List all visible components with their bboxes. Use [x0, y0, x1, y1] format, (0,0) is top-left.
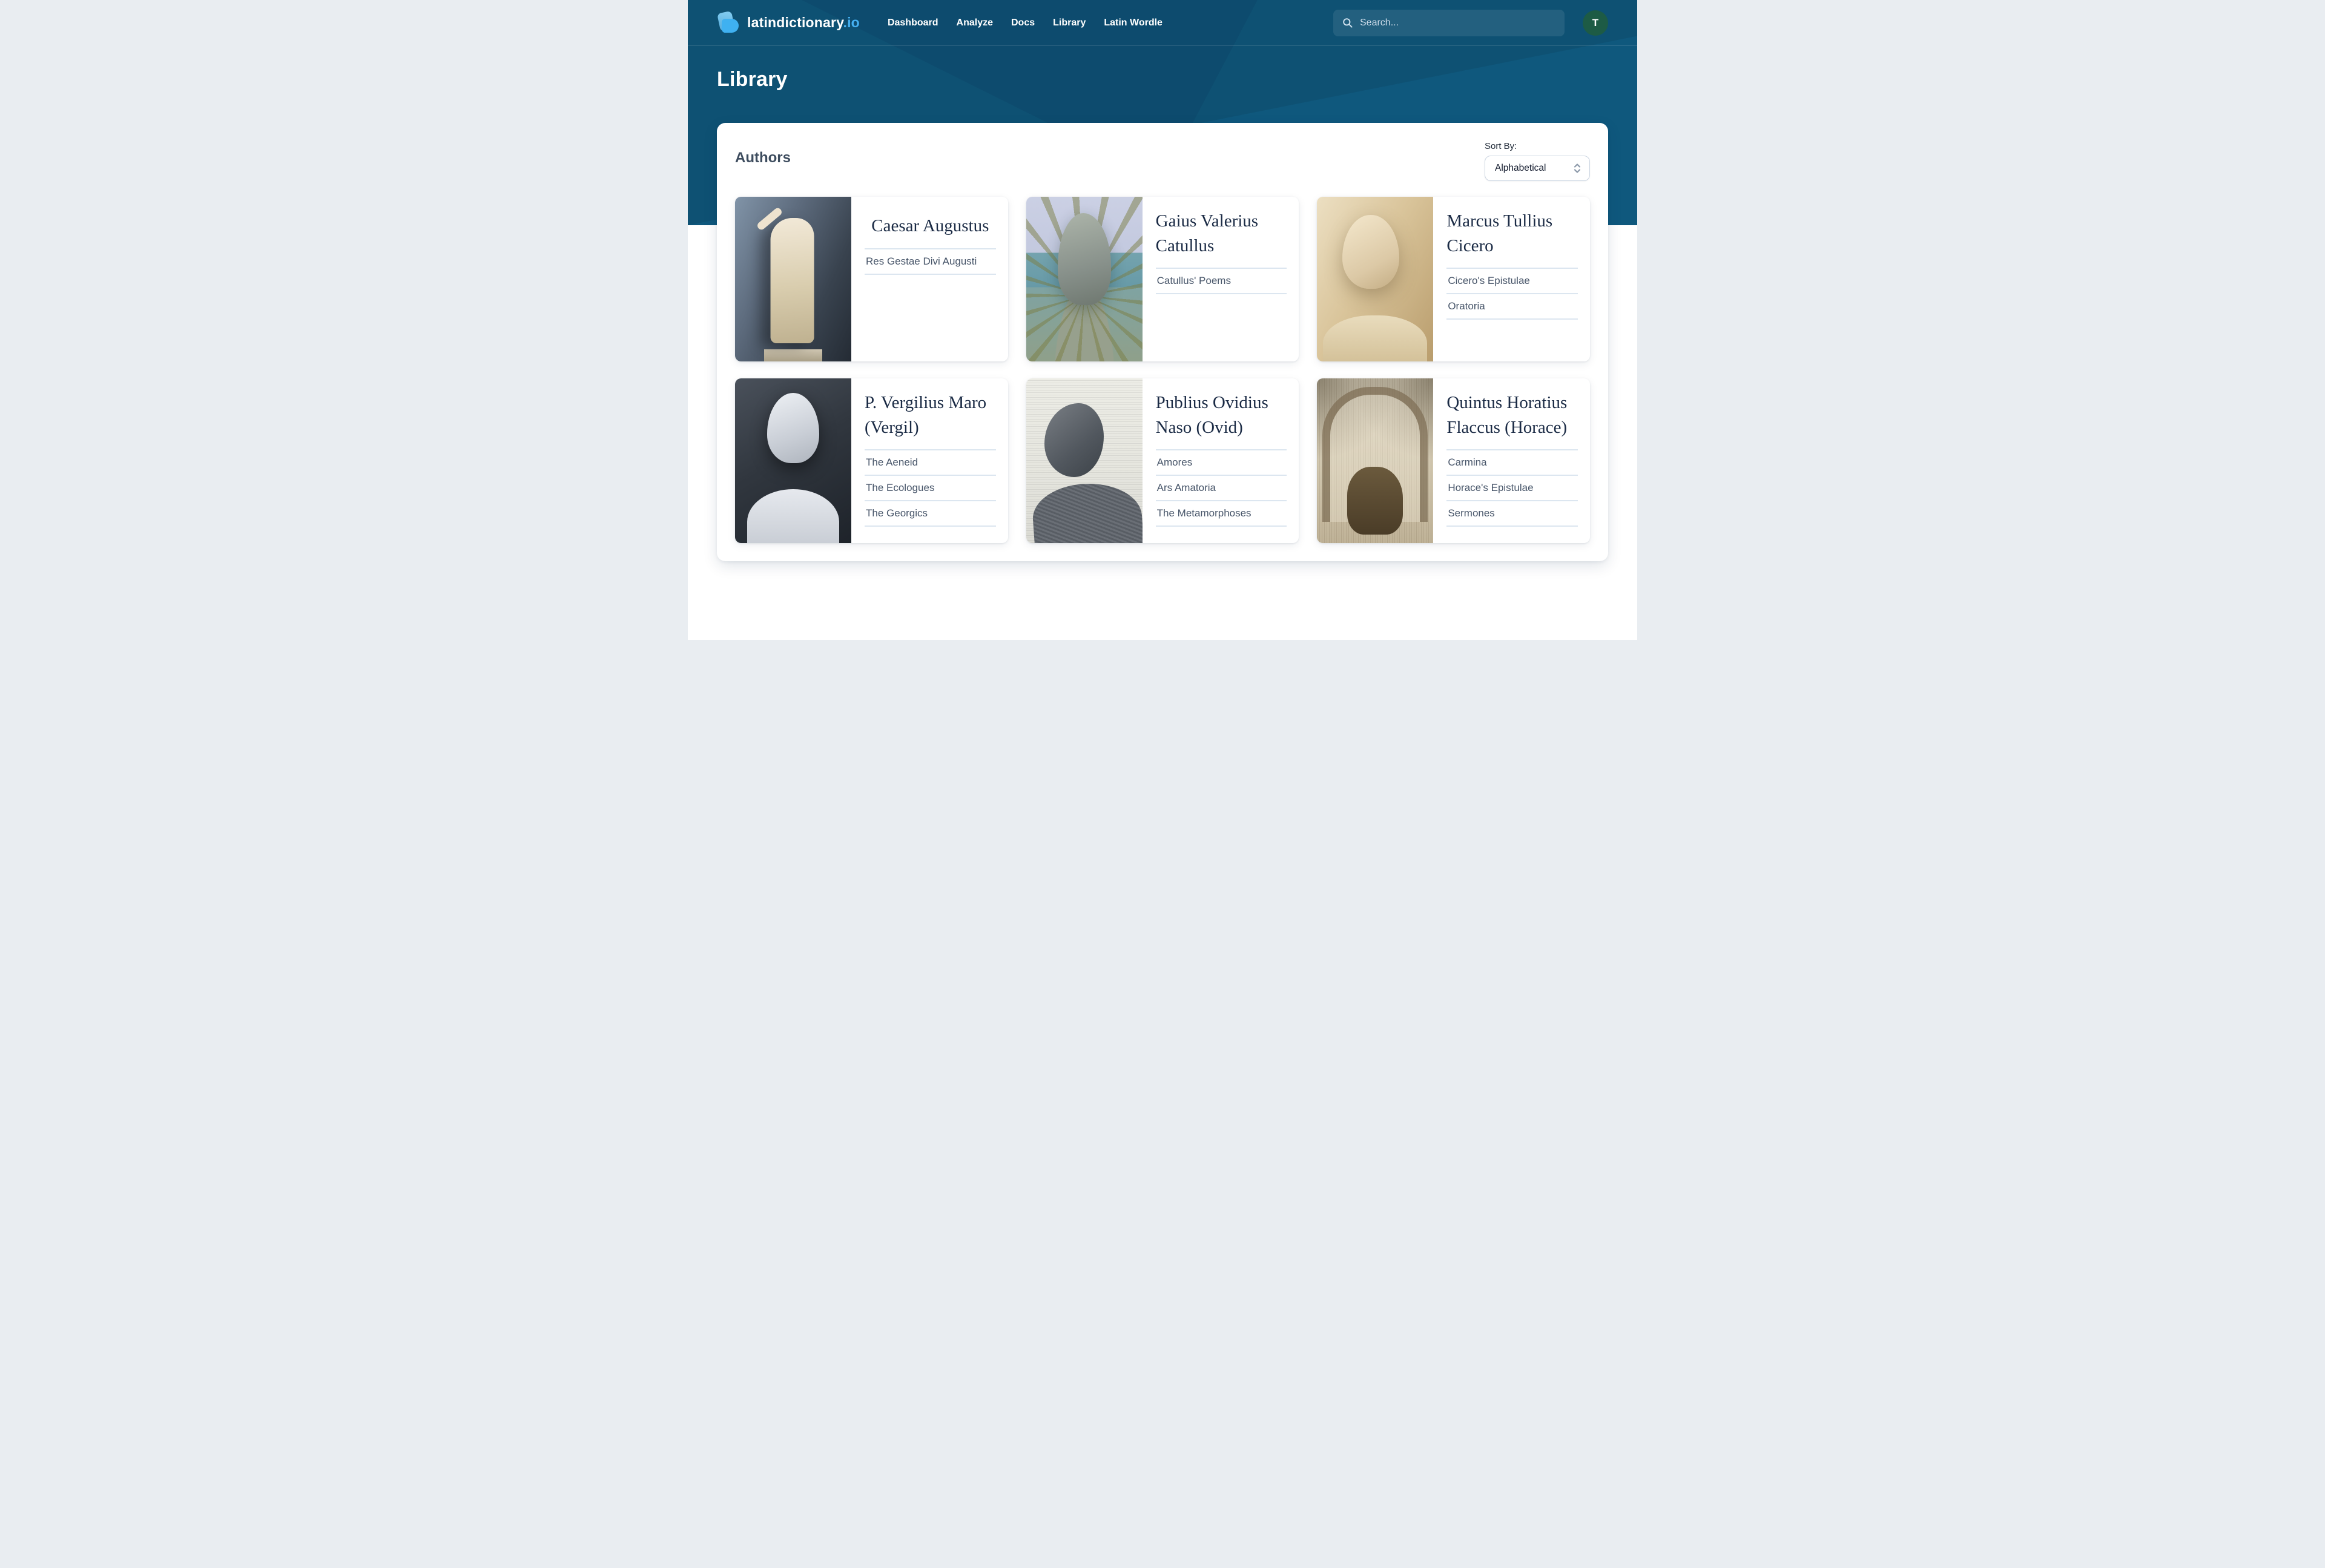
hero-section: Library — [688, 46, 1637, 91]
authors-panel-header: Authors Sort By: Alphabetical — [735, 141, 1590, 181]
author-portrait — [1026, 378, 1143, 543]
sort-select[interactable]: Alphabetical — [1485, 156, 1590, 181]
search-input[interactable] — [1360, 18, 1556, 28]
nav-item-docs[interactable]: Docs — [1011, 18, 1035, 28]
author-card[interactable]: Publius Ovidius Naso (Ovid) AmoresArs Am… — [1026, 378, 1299, 543]
user-avatar[interactable]: T — [1583, 10, 1608, 36]
works-list: The AeneidThe EcologuesThe Georgics — [865, 449, 996, 527]
page-title: Library — [717, 68, 1608, 91]
work-link[interactable]: The Ecologues — [865, 476, 996, 501]
author-card[interactable]: Gaius Valerius Catullus Catullus' Poems — [1026, 197, 1299, 361]
work-link[interactable]: Sermones — [1446, 501, 1578, 527]
brand-name: latindictionary.io — [747, 15, 860, 31]
work-link[interactable]: Res Gestae Divi Augusti — [865, 249, 996, 275]
author-card-body: P. Vergilius Maro (Vergil) The AeneidThe… — [851, 378, 1008, 543]
logo-book-icon — [717, 12, 740, 35]
author-card[interactable]: P. Vergilius Maro (Vergil) The AeneidThe… — [735, 378, 1008, 543]
sort-label: Sort By: — [1485, 141, 1517, 151]
search-icon — [1342, 17, 1353, 28]
works-list: CarminaHorace's EpistulaeSermones — [1446, 449, 1578, 527]
author-portrait — [735, 197, 851, 361]
author-name: Publius Ovidius Naso (Ovid) — [1156, 390, 1287, 440]
nav-item-latin-wordle[interactable]: Latin Wordle — [1104, 18, 1162, 28]
brand-logo[interactable]: latindictionary.io — [717, 12, 860, 35]
works-list: Cicero's EpistulaeOratoria — [1446, 268, 1578, 320]
works-list: Catullus' Poems — [1156, 268, 1287, 294]
authors-panel: Authors Sort By: Alphabetical Caesar Aug… — [717, 123, 1608, 561]
author-card-body: Quintus Horatius Flaccus (Horace) Carmin… — [1433, 378, 1590, 543]
work-link[interactable]: Amores — [1156, 450, 1287, 476]
author-card-body: Caesar Augustus Res Gestae Divi Augusti — [851, 197, 1008, 361]
work-link[interactable]: The Aeneid — [865, 450, 996, 476]
work-link[interactable]: The Georgics — [865, 501, 996, 527]
author-name: Caesar Augustus — [865, 214, 996, 239]
chevron-up-down-icon — [1572, 163, 1582, 174]
works-list: Res Gestae Divi Augusti — [865, 248, 996, 275]
main-nav: Dashboard Analyze Docs Library Latin Wordle — [888, 18, 1162, 28]
brand-suffix: .io — [843, 15, 860, 30]
author-name: Marcus Tullius Cicero — [1446, 209, 1578, 258]
work-link[interactable]: Oratoria — [1446, 294, 1578, 320]
sort-control: Sort By: Alphabetical — [1485, 141, 1590, 181]
author-portrait — [735, 378, 851, 543]
author-portrait — [1317, 197, 1433, 361]
page: latindictionary.io Dashboard Analyze Docs L… — [688, 0, 1637, 640]
work-link[interactable]: Catullus' Poems — [1156, 269, 1287, 294]
nav-item-analyze[interactable]: Analyze — [957, 18, 993, 28]
author-card-body: Gaius Valerius Catullus Catullus' Poems — [1143, 197, 1299, 361]
nav-item-library[interactable]: Library — [1053, 18, 1086, 28]
author-portrait — [1317, 378, 1433, 543]
work-link[interactable]: Carmina — [1446, 450, 1578, 476]
work-link[interactable]: The Metamorphoses — [1156, 501, 1287, 527]
author-card[interactable]: Quintus Horatius Flaccus (Horace) Carmin… — [1317, 378, 1590, 543]
author-name: P. Vergilius Maro (Vergil) — [865, 390, 996, 440]
authors-grid: Caesar Augustus Res Gestae Divi Augusti … — [735, 197, 1590, 543]
nav-item-dashboard[interactable]: Dashboard — [888, 18, 938, 28]
search-box[interactable] — [1333, 10, 1565, 36]
author-card-body: Marcus Tullius Cicero Cicero's Epistulae… — [1433, 197, 1590, 361]
work-link[interactable]: Ars Amatoria — [1156, 476, 1287, 501]
works-list: AmoresArs AmatoriaThe Metamorphoses — [1156, 449, 1287, 527]
top-navbar: latindictionary.io Dashboard Analyze Docs L… — [688, 0, 1637, 46]
author-portrait — [1026, 197, 1143, 361]
author-name: Gaius Valerius Catullus — [1156, 209, 1287, 258]
work-link[interactable]: Cicero's Epistulae — [1446, 269, 1578, 294]
author-card[interactable]: Marcus Tullius Cicero Cicero's Epistulae… — [1317, 197, 1590, 361]
author-name: Quintus Horatius Flaccus (Horace) — [1446, 390, 1578, 440]
authors-heading: Authors — [735, 150, 791, 166]
author-card[interactable]: Caesar Augustus Res Gestae Divi Augusti — [735, 197, 1008, 361]
sort-selected-value: Alphabetical — [1495, 163, 1546, 174]
author-card-body: Publius Ovidius Naso (Ovid) AmoresArs Am… — [1143, 378, 1299, 543]
work-link[interactable]: Horace's Epistulae — [1446, 476, 1578, 501]
